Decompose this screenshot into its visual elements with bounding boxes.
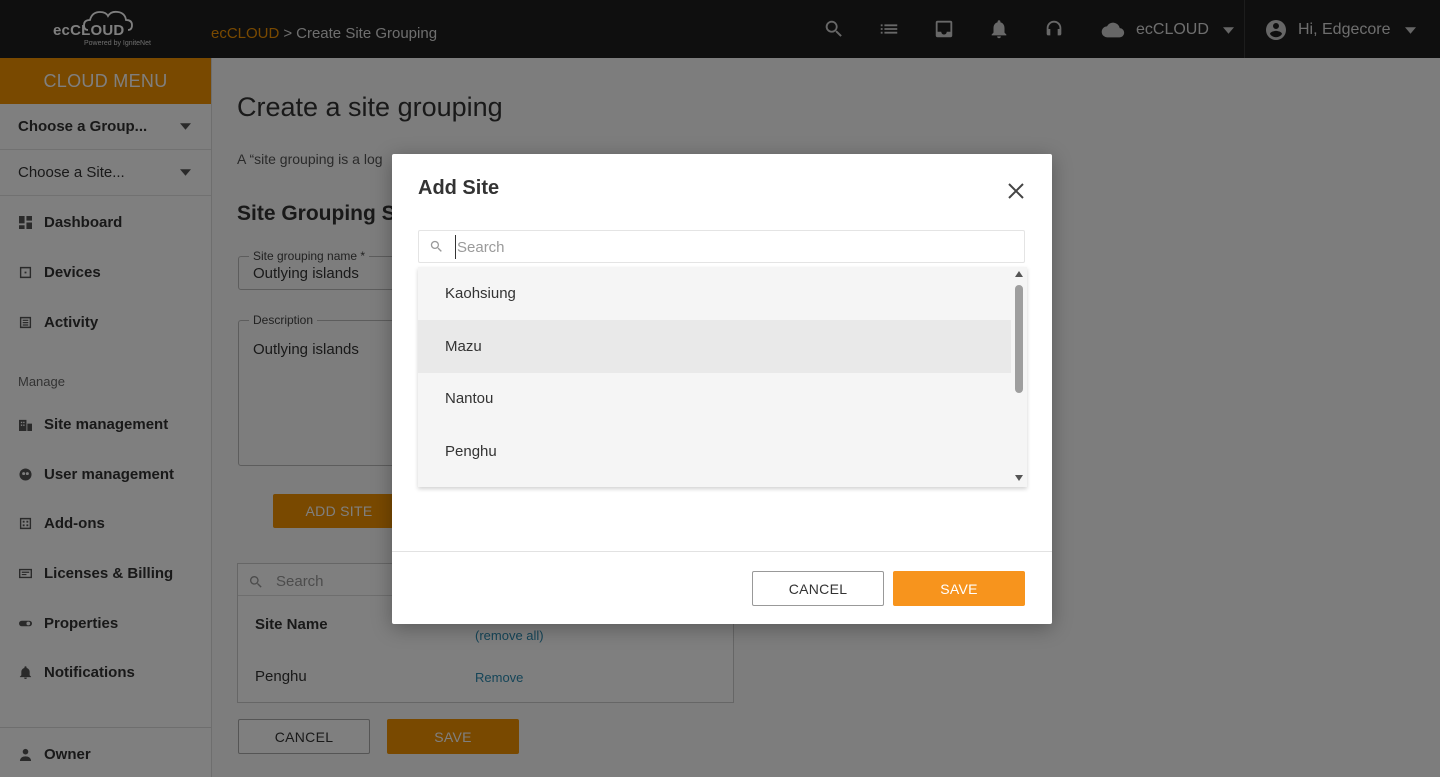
- site-option-kaohsiung[interactable]: Kaohsiung: [418, 267, 1011, 320]
- dialog-save-button[interactable]: SAVE: [893, 571, 1025, 606]
- site-option-penghu[interactable]: Penghu: [418, 425, 1011, 478]
- scrollbar[interactable]: [1011, 267, 1027, 487]
- site-search-input[interactable]: [455, 235, 1015, 259]
- site-option-mazu[interactable]: Mazu: [418, 320, 1011, 373]
- add-site-dialog: Add Site Kaohsiung Mazu Nantou Penghu CA…: [392, 154, 1052, 624]
- scrollbar-thumb[interactable]: [1015, 285, 1023, 393]
- dialog-title: Add Site: [418, 177, 500, 199]
- scroll-up-arrow-icon[interactable]: [1015, 271, 1023, 277]
- close-icon: [1008, 183, 1024, 199]
- site-search: [418, 230, 1025, 263]
- site-option-nantou[interactable]: Nantou: [418, 372, 1011, 425]
- dialog-footer-divider: [392, 551, 1052, 552]
- dialog-cancel-button[interactable]: CANCEL: [752, 571, 884, 606]
- site-dropdown-list: Kaohsiung Mazu Nantou Penghu: [418, 267, 1027, 487]
- scroll-down-arrow-icon[interactable]: [1015, 475, 1023, 481]
- close-button[interactable]: [1004, 179, 1028, 203]
- search-icon: [429, 239, 445, 255]
